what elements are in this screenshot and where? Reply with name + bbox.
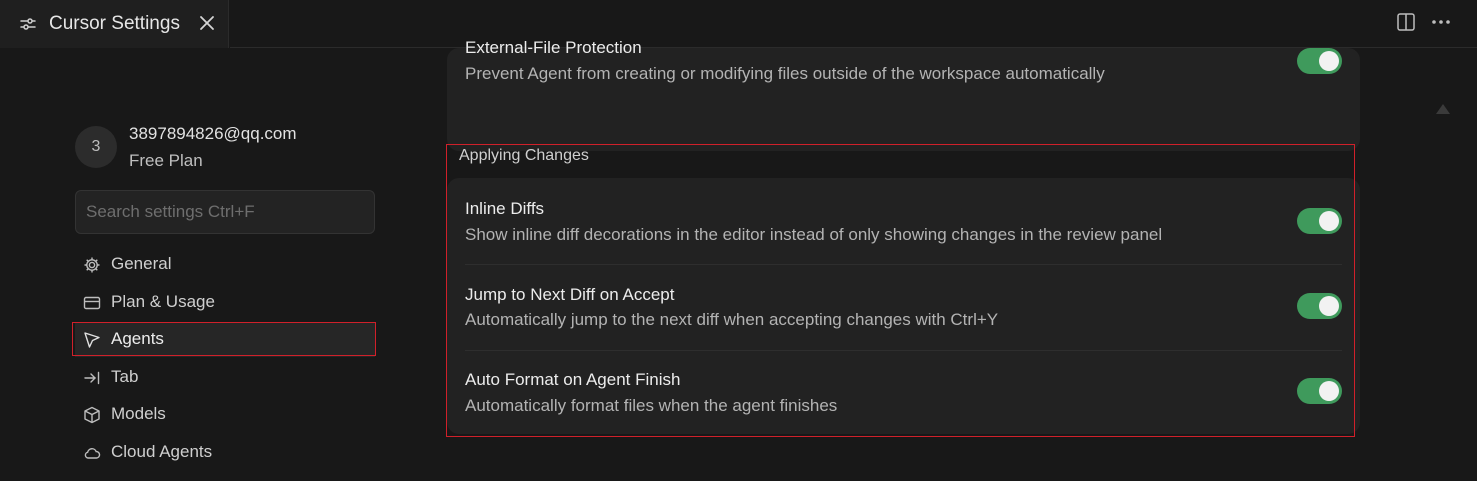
tab-cursor-settings[interactable]: Cursor Settings <box>0 0 229 48</box>
gear-icon <box>84 257 100 273</box>
sidebar-item-label: General <box>111 254 172 273</box>
jump-next-diff-toggle[interactable] <box>1297 293 1342 319</box>
setting-description: Show inline diff decorations in the edit… <box>465 225 1163 244</box>
cube-icon <box>84 406 100 424</box>
setting-title: Inline Diffs <box>465 199 545 218</box>
sidebar-item-tab[interactable]: Tab <box>75 361 375 395</box>
setting-title: External-File Protection <box>465 38 642 57</box>
sidebar-item-cloud-agents[interactable]: Cloud Agents <box>75 436 375 470</box>
sidebar-item-label: Agents <box>111 329 164 348</box>
sidebar-item-general[interactable]: General <box>75 248 375 282</box>
setting-title: Auto Format on Agent Finish <box>465 370 681 389</box>
agent-icon <box>84 332 100 348</box>
sidebar-item-agents[interactable]: Agents <box>75 323 375 357</box>
setting-title: Jump to Next Diff on Accept <box>465 285 675 304</box>
avatar[interactable]: 3 <box>75 126 117 168</box>
scroll-up-arrow-icon[interactable] <box>1435 103 1451 115</box>
setting-description: Prevent Agent from creating or modifying… <box>465 64 1105 83</box>
inline-diffs-toggle[interactable] <box>1297 208 1342 234</box>
divider <box>465 350 1342 351</box>
close-icon[interactable] <box>197 13 217 33</box>
sidebar-item-label: Cloud Agents <box>111 442 213 461</box>
search-input[interactable] <box>75 190 375 234</box>
tab-bar: Cursor Settings <box>0 0 1477 48</box>
sidebar-item-label: Plan & Usage <box>111 292 215 311</box>
tab-title: Cursor Settings <box>49 13 180 34</box>
sliders-icon <box>20 18 36 30</box>
cloud-icon <box>84 448 101 459</box>
account-plan: Free Plan <box>129 151 203 170</box>
auto-format-toggle[interactable] <box>1297 378 1342 404</box>
external-file-protection-toggle[interactable] <box>1297 48 1342 74</box>
setting-description: Automatically format files when the agen… <box>465 396 838 415</box>
split-editor-icon[interactable] <box>1395 11 1417 33</box>
more-actions-icon[interactable] <box>1430 11 1452 33</box>
account-email: 3897894826@qq.com <box>129 124 297 143</box>
section-label-applying-changes: Applying Changes <box>459 147 589 164</box>
card-icon <box>83 296 101 310</box>
divider <box>465 264 1342 265</box>
tab-arrow-icon <box>84 371 100 385</box>
sidebar-item-label: Models <box>111 404 166 423</box>
setting-description: Automatically jump to the next diff when… <box>465 310 999 329</box>
sidebar-item-plan-usage[interactable]: Plan & Usage <box>75 286 375 320</box>
sidebar-item-models[interactable]: Models <box>75 398 375 432</box>
sidebar-item-label: Tab <box>111 367 139 386</box>
